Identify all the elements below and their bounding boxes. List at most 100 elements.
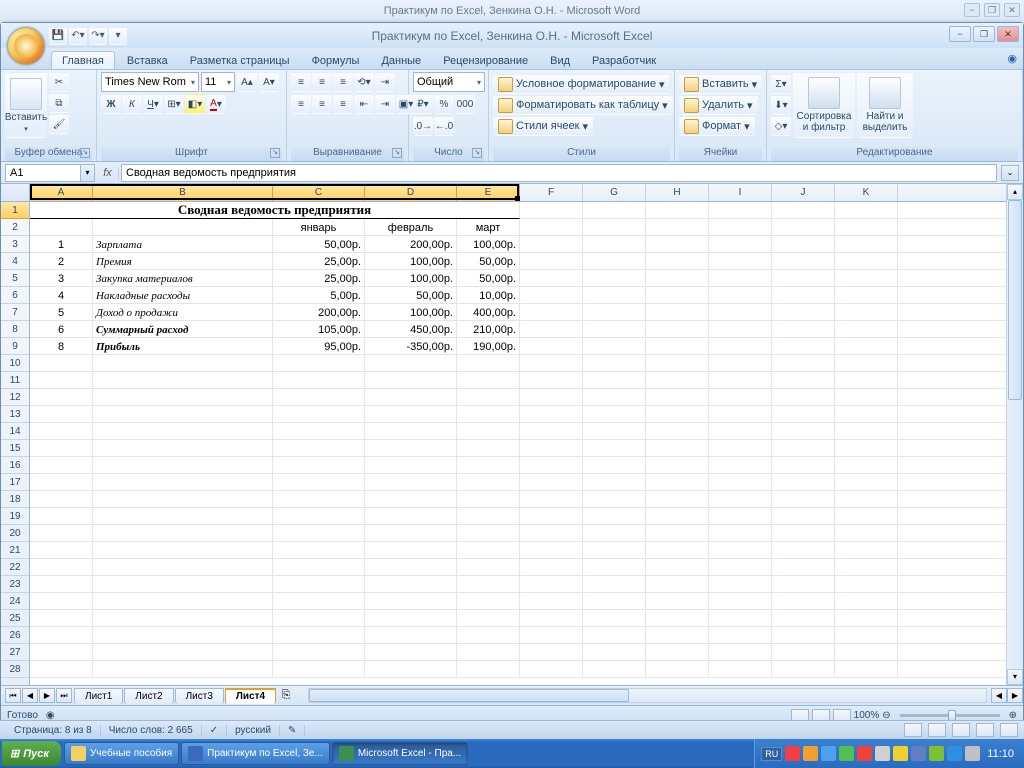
cell[interactable] (709, 236, 772, 253)
cell[interactable] (709, 440, 772, 457)
cell[interactable] (30, 644, 93, 661)
orientation-icon[interactable]: ⟲▾ (354, 72, 374, 92)
word-track-changes-icon[interactable]: ✎ (280, 725, 305, 736)
cell[interactable] (365, 474, 457, 491)
table-row[interactable]: 1Зарплата50,00р.200,00р.100,00р. (30, 236, 1006, 253)
qat-undo-icon[interactable]: ↶▾ (69, 27, 87, 45)
cell[interactable] (646, 338, 709, 355)
cell[interactable] (520, 253, 583, 270)
col-header-A[interactable]: A (30, 184, 93, 201)
cell[interactable] (520, 372, 583, 389)
table-row[interactable] (30, 593, 1006, 610)
vscroll-thumb[interactable] (1008, 200, 1022, 400)
bold-button[interactable]: Ж (101, 94, 121, 114)
cell[interactable] (772, 474, 835, 491)
increase-decimal-icon[interactable]: .0→ (413, 116, 433, 136)
horizontal-scrollbar[interactable] (308, 688, 987, 703)
cell[interactable] (709, 253, 772, 270)
vertical-scrollbar[interactable]: ▴ ▾ (1006, 184, 1023, 685)
cell[interactable] (365, 406, 457, 423)
cell[interactable]: 2 (30, 253, 93, 270)
table-row[interactable]: 6Суммарный расход105,00р.450,00р.210,00р… (30, 321, 1006, 338)
font-color-icon[interactable]: A▾ (206, 94, 226, 114)
cell[interactable] (772, 389, 835, 406)
cell[interactable] (273, 644, 365, 661)
cell[interactable] (583, 236, 646, 253)
sheet-nav-last-icon[interactable]: ⏭ (56, 688, 72, 703)
row-header-1[interactable]: 1 (1, 202, 29, 219)
sheet-tab-Лист2[interactable]: Лист2 (124, 688, 173, 704)
cell[interactable]: январь (273, 219, 365, 236)
cell[interactable] (365, 508, 457, 525)
select-all-corner[interactable] (1, 184, 29, 202)
cell[interactable]: Прибыль (93, 338, 273, 355)
underline-button[interactable]: Ч▾ (143, 94, 163, 114)
sheet-tab-Лист3[interactable]: Лист3 (175, 688, 224, 704)
table-row[interactable] (30, 610, 1006, 627)
cell[interactable] (273, 661, 365, 678)
cell[interactable] (93, 593, 273, 610)
font-size-combo[interactable]: 11▾ (201, 72, 235, 92)
cell[interactable] (520, 338, 583, 355)
cell[interactable] (772, 508, 835, 525)
cell[interactable] (457, 542, 520, 559)
tray-icon[interactable] (857, 746, 872, 761)
cell[interactable] (520, 661, 583, 678)
cell[interactable] (93, 610, 273, 627)
clipboard-dialog-icon[interactable]: ↘ (80, 148, 90, 158)
cell[interactable] (30, 423, 93, 440)
increase-font-icon[interactable]: A▴ (237, 72, 257, 92)
cell[interactable] (457, 610, 520, 627)
border-icon[interactable]: ⊞▾ (164, 94, 184, 114)
word-word-count[interactable]: Число слов: 2 665 (101, 725, 202, 736)
table-row[interactable]: 3Закупка материалов25,00р.100,00р.50,00р… (30, 270, 1006, 287)
cell[interactable] (772, 576, 835, 593)
cell[interactable] (93, 440, 273, 457)
table-row[interactable] (30, 627, 1006, 644)
cell[interactable] (273, 406, 365, 423)
table-row[interactable] (30, 542, 1006, 559)
row-header-20[interactable]: 20 (1, 525, 29, 542)
cell[interactable] (93, 661, 273, 678)
cell[interactable] (835, 508, 898, 525)
cell[interactable] (772, 661, 835, 678)
cell[interactable] (520, 542, 583, 559)
align-center-icon[interactable]: ≡ (312, 94, 332, 114)
cell[interactable] (583, 304, 646, 321)
cell[interactable]: -350,00р. (365, 338, 457, 355)
cell[interactable] (583, 287, 646, 304)
row-header-25[interactable]: 25 (1, 610, 29, 627)
align-left-icon[interactable]: ≡ (291, 94, 311, 114)
cell[interactable] (30, 406, 93, 423)
cell[interactable] (273, 525, 365, 542)
cell[interactable] (646, 491, 709, 508)
taskbar-btn-folder[interactable]: Учебные пособия (64, 742, 179, 765)
cell[interactable] (457, 627, 520, 644)
col-header-G[interactable]: G (583, 184, 646, 201)
cell[interactable] (273, 576, 365, 593)
cell[interactable] (835, 457, 898, 474)
table-row[interactable] (30, 644, 1006, 661)
cell[interactable] (457, 457, 520, 474)
cell[interactable] (646, 219, 709, 236)
cell[interactable] (646, 661, 709, 678)
row-header-11[interactable]: 11 (1, 372, 29, 389)
row-header-9[interactable]: 9 (1, 338, 29, 355)
number-dialog-icon[interactable]: ↘ (472, 148, 482, 158)
col-header-K[interactable]: K (835, 184, 898, 201)
table-row[interactable] (30, 457, 1006, 474)
cell[interactable]: 95,00р. (273, 338, 365, 355)
tray-icon[interactable] (785, 746, 800, 761)
fill-icon[interactable]: ⬇▾ (771, 95, 791, 115)
cell[interactable]: 100,00р. (365, 253, 457, 270)
cell[interactable]: март (457, 219, 520, 236)
col-header-F[interactable]: F (520, 184, 583, 201)
cell[interactable] (30, 508, 93, 525)
cell[interactable] (772, 236, 835, 253)
currency-icon[interactable]: ₽▾ (413, 94, 433, 114)
cell[interactable] (520, 202, 583, 219)
tray-bluetooth-icon[interactable] (947, 746, 962, 761)
cell[interactable]: 1 (30, 236, 93, 253)
cell[interactable] (772, 253, 835, 270)
cell[interactable] (646, 389, 709, 406)
